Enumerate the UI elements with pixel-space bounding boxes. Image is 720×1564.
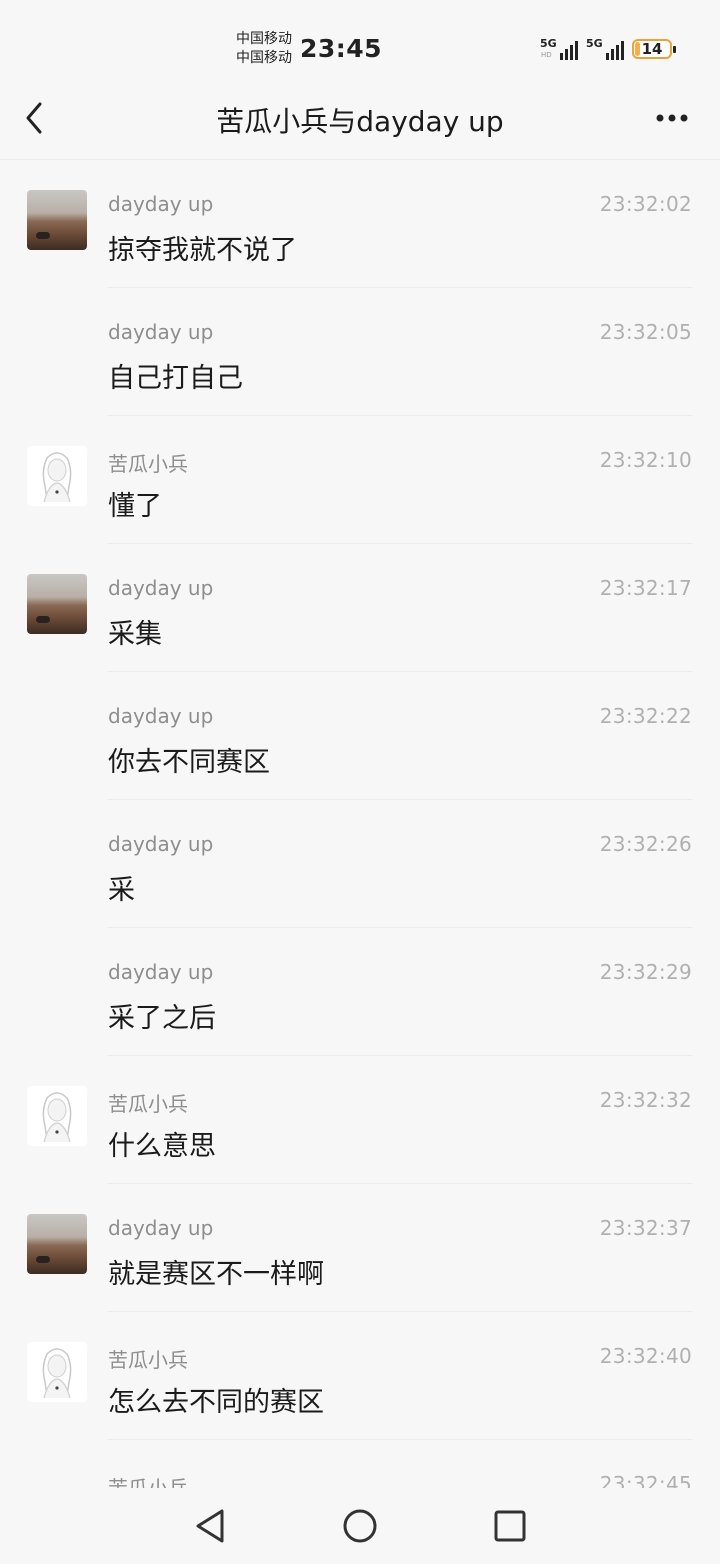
message-item[interactable]: dayday up 23:32:02 掠夺我就不说了 [0, 160, 720, 288]
avatar[interactable] [27, 1214, 87, 1274]
signal-2-label: 5G [586, 37, 603, 50]
message-time: 23:32:17 [599, 576, 692, 600]
message-sender: dayday up [108, 192, 214, 216]
signal-1-label: 5G [540, 37, 557, 50]
status-bar: 中国移动 中国移动 23:45 5G HD 5G 14 [0, 0, 720, 88]
message-text: 就是赛区不一样啊 [108, 1259, 324, 1290]
message-list[interactable]: dayday up 23:32:02 掠夺我就不说了 dayday up 23:32:0… [0, 160, 720, 1488]
message-item[interactable]: dayday up 23:32:22 你去不同赛区 [0, 672, 720, 800]
message-text: 采 [108, 875, 135, 906]
message-time: 23:32:10 [599, 448, 692, 472]
message-sender: dayday up [108, 320, 214, 344]
message-sender: dayday up [108, 704, 214, 728]
status-time: 23:45 [300, 34, 383, 63]
avatar[interactable] [27, 1086, 87, 1146]
nav-home-button[interactable] [340, 1506, 380, 1546]
message-sender: dayday up [108, 960, 214, 984]
system-nav-bar [0, 1488, 720, 1564]
message-time: 23:32:37 [599, 1216, 692, 1240]
signal-2-icon: 5G [586, 37, 624, 61]
message-text: 你去不同赛区 [108, 747, 270, 778]
circle-home-icon [343, 1509, 377, 1543]
message-text: 自己打自己 [108, 363, 243, 394]
message-item[interactable]: dayday up 23:32:05 自己打自己 [0, 288, 720, 416]
message-item[interactable]: 苦瓜小兵 23:32:45 [0, 1440, 720, 1488]
message-time: 23:32:32 [599, 1088, 692, 1112]
message-time: 23:32:45 [599, 1472, 692, 1488]
signal-1-icon: 5G HD [540, 37, 578, 61]
message-text: 懂了 [108, 491, 162, 522]
message-time: 23:32:05 [599, 320, 692, 344]
nav-recents-button[interactable] [490, 1506, 530, 1546]
battery-fill [635, 42, 641, 56]
avatar[interactable] [27, 190, 87, 250]
message-sender: 苦瓜小兵 [108, 452, 188, 476]
message-sender: dayday up [108, 576, 214, 600]
message-time: 23:32:26 [599, 832, 692, 856]
nav-bar: 苦瓜小兵与dayday up [0, 88, 720, 158]
avatar[interactable] [27, 1342, 87, 1402]
message-time: 23:32:02 [599, 192, 692, 216]
message-item[interactable]: dayday up 23:32:29 采了之后 [0, 928, 720, 1056]
nav-back-button[interactable] [190, 1506, 230, 1546]
battery-icon: 14 [632, 39, 676, 59]
message-sender: 苦瓜小兵 [108, 1092, 188, 1116]
message-sender: dayday up [108, 1216, 214, 1240]
more-dots-icon [656, 114, 688, 122]
message-time: 23:32:40 [599, 1344, 692, 1368]
chat-screen: 中国移动 中国移动 23:45 5G HD 5G 14 苦瓜小兵与dayday … [0, 0, 720, 1564]
square-recents-icon [494, 1510, 526, 1542]
message-text: 采集 [108, 619, 162, 650]
avatar[interactable] [27, 446, 87, 506]
carrier-names: 中国移动 中国移动 [236, 30, 292, 68]
avatar[interactable] [27, 574, 87, 634]
message-time: 23:32:29 [599, 960, 692, 984]
carrier-2: 中国移动 [236, 50, 292, 66]
message-item[interactable]: dayday up 23:32:17 采集 [0, 544, 720, 672]
hd-mark: HD [541, 51, 552, 59]
more-options-button[interactable] [654, 102, 694, 134]
battery-level: 14 [641, 40, 663, 58]
status-icons: 5G HD 5G 14 [540, 36, 676, 62]
message-item[interactable]: 苦瓜小兵 23:32:10 懂了 [0, 416, 720, 544]
message-text: 怎么去不同的赛区 [108, 1387, 324, 1418]
message-sender: dayday up [108, 832, 214, 856]
message-text: 什么意思 [108, 1131, 216, 1162]
message-time: 23:32:22 [599, 704, 692, 728]
message-item[interactable]: dayday up 23:32:26 采 [0, 800, 720, 928]
message-item[interactable]: 苦瓜小兵 23:32:40 怎么去不同的赛区 [0, 1312, 720, 1440]
message-text: 掠夺我就不说了 [108, 235, 297, 266]
carrier-1: 中国移动 [236, 31, 292, 47]
message-item[interactable]: 苦瓜小兵 23:32:32 什么意思 [0, 1056, 720, 1184]
message-item[interactable]: dayday up 23:32:37 就是赛区不一样啊 [0, 1184, 720, 1312]
message-text: 采了之后 [108, 1003, 216, 1034]
message-sender: 苦瓜小兵 [108, 1476, 188, 1488]
message-sender: 苦瓜小兵 [108, 1348, 188, 1372]
triangle-back-icon [196, 1509, 224, 1543]
chat-title: 苦瓜小兵与dayday up [216, 105, 504, 138]
